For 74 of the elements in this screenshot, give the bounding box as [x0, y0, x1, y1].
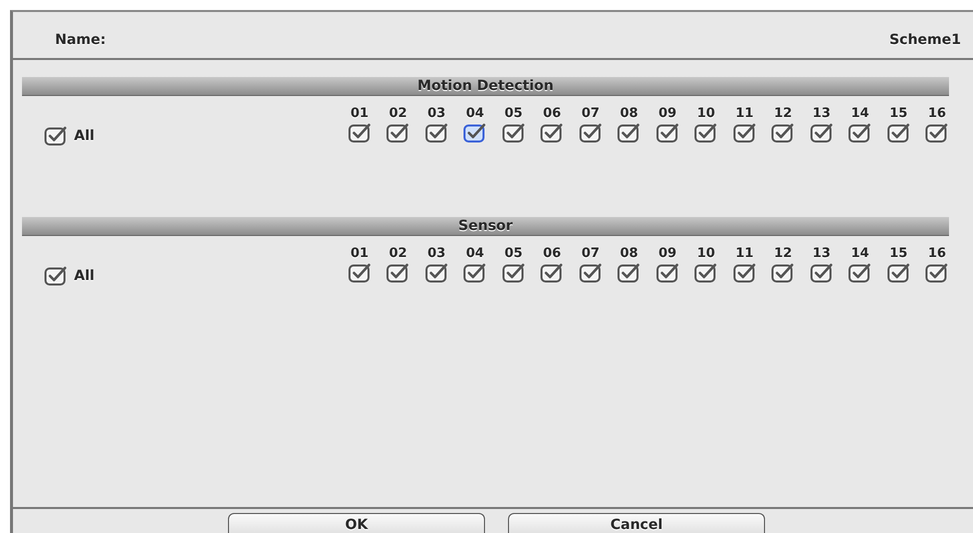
- section-header: Sensor: [22, 217, 949, 236]
- dialog-button[interactable]: Cancel: [508, 513, 765, 533]
- checkbox[interactable]: [656, 123, 680, 143]
- all-label: All: [74, 268, 94, 284]
- checkbox[interactable]: [771, 263, 795, 283]
- checkbox[interactable]: [810, 263, 834, 283]
- channel-number: 04: [466, 246, 484, 261]
- channel-number: 06: [542, 246, 562, 261]
- channel-number: 09: [658, 106, 677, 121]
- checkbox[interactable]: [925, 123, 949, 143]
- checkbox[interactable]: [463, 123, 487, 143]
- checkbox[interactable]: [732, 263, 756, 283]
- checkbox[interactable]: [502, 123, 526, 143]
- channel-number: 04: [466, 106, 484, 121]
- checkbox[interactable]: [694, 123, 718, 143]
- channel-number: 01: [350, 106, 369, 121]
- channel-number: 07: [581, 246, 600, 261]
- checkbox[interactable]: [694, 263, 718, 283]
- channel-number: 14: [850, 106, 870, 121]
- checkbox[interactable]: [502, 263, 526, 283]
- checkbox[interactable]: [886, 263, 910, 283]
- channel-number: 03: [427, 106, 446, 121]
- checkbox[interactable]: [656, 263, 680, 283]
- checkbox[interactable]: [732, 123, 756, 143]
- checkbox[interactable]: [848, 123, 872, 143]
- checkbox[interactable]: [348, 123, 372, 143]
- channel-number: 01: [350, 246, 369, 261]
- checkbox[interactable]: [578, 123, 602, 143]
- channel-number: 13: [812, 246, 831, 261]
- checkbox[interactable]: [810, 123, 834, 143]
- channel-number: 02: [388, 246, 408, 261]
- channel-number: 16: [928, 106, 946, 121]
- checkbox[interactable]: [617, 263, 641, 283]
- checkbox[interactable]: [348, 263, 372, 283]
- channel-number: 11: [735, 106, 754, 121]
- channel-number: 15: [889, 246, 908, 261]
- checkbox[interactable]: [44, 126, 68, 146]
- checkbox[interactable]: [463, 263, 487, 283]
- channel-number: 03: [427, 246, 446, 261]
- checkbox[interactable]: [771, 123, 795, 143]
- channel-number: 09: [658, 246, 677, 261]
- channel-number: 06: [542, 106, 562, 121]
- checkbox[interactable]: [540, 123, 564, 143]
- checkbox[interactable]: [540, 263, 564, 283]
- channel-number: 02: [388, 106, 408, 121]
- channel-number: 14: [850, 246, 870, 261]
- channel-number: 13: [812, 106, 831, 121]
- checkbox[interactable]: [386, 123, 410, 143]
- checkbox[interactable]: [578, 263, 602, 283]
- channel-number: 10: [696, 106, 716, 121]
- dialog-button[interactable]: OK: [228, 513, 485, 533]
- all-label: All: [74, 128, 94, 144]
- checkbox[interactable]: [424, 263, 448, 283]
- channel-number: 12: [774, 106, 792, 121]
- channel-number: 05: [504, 106, 523, 121]
- scheme-name: Scheme1: [889, 32, 961, 50]
- channel-number: 08: [620, 106, 638, 121]
- channel-number: 15: [889, 106, 908, 121]
- channel-number: 10: [696, 246, 716, 261]
- checkbox[interactable]: [925, 263, 949, 283]
- checkbox[interactable]: [848, 263, 872, 283]
- channel-number: 11: [735, 246, 754, 261]
- channel-number: 08: [620, 246, 638, 261]
- checkbox[interactable]: [44, 266, 68, 286]
- section-header: Motion Detection: [22, 77, 949, 96]
- channel-number: 07: [581, 106, 600, 121]
- checkbox[interactable]: [617, 123, 641, 143]
- channel-number: 12: [774, 246, 792, 261]
- checkbox[interactable]: [424, 123, 448, 143]
- channel-number: 16: [928, 246, 946, 261]
- checkbox[interactable]: [386, 263, 410, 283]
- channel-number: 05: [504, 246, 523, 261]
- checkbox[interactable]: [886, 123, 910, 143]
- name-label: Name:: [55, 32, 106, 50]
